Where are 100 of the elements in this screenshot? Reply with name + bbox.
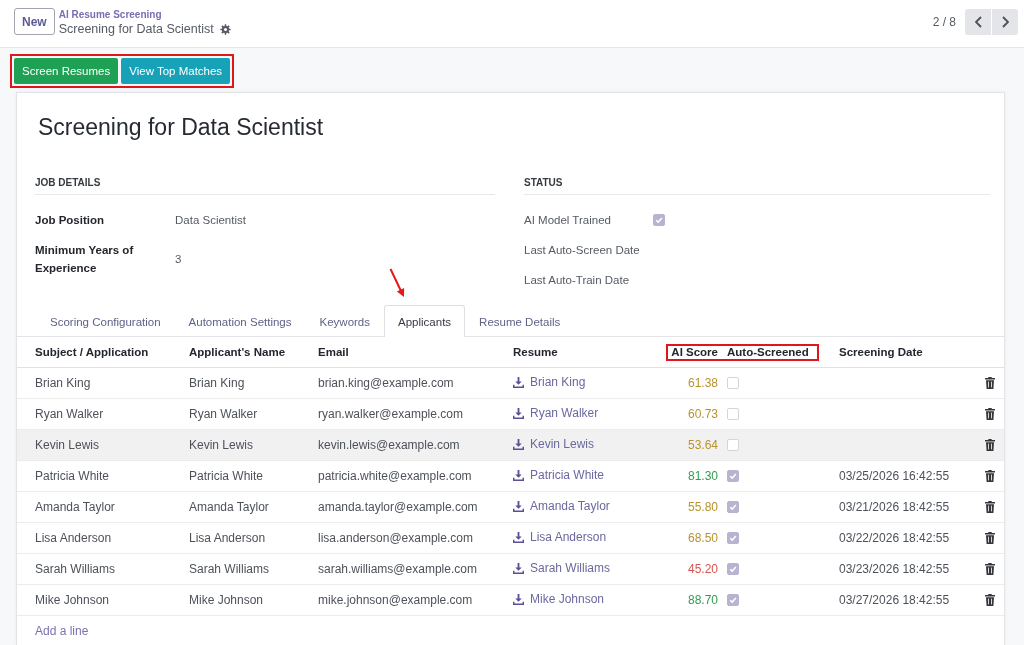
section-heading: JOB DETAILS	[35, 176, 101, 190]
checkbox[interactable]	[727, 501, 739, 513]
score-cell-text: 53.64	[686, 438, 719, 452]
download-icon	[513, 500, 524, 512]
table-cell-text: Patricia White	[34, 469, 111, 483]
table-cell-text: Patricia White	[188, 469, 265, 483]
table-cell-text: Sarah Williams	[34, 562, 116, 576]
table-cell-text: Mike Johnson	[34, 593, 111, 607]
field-label: Minimum Years of Experience	[35, 244, 134, 274]
trash-icon[interactable]	[984, 470, 995, 482]
column-header[interactable]: Applicant's Name	[181, 346, 310, 358]
add-line-link[interactable]: Add a line	[35, 624, 89, 639]
score-cell-text: 81.30	[686, 469, 719, 483]
checkbox[interactable]	[727, 439, 739, 451]
table-row[interactable]: Mike Johnson Mike Johnson mike.johnson@example.com Mike Johnson 88.70 03/27/2026 18:42:55	[17, 585, 1004, 616]
trash-icon[interactable]	[984, 532, 995, 544]
tab[interactable]: Automation Settings	[174, 305, 306, 337]
checkbox[interactable]	[727, 377, 739, 389]
score-cell-text: 61.38	[686, 376, 719, 390]
previous-button[interactable]	[965, 8, 991, 35]
pager-counter: 2 / 8	[932, 14, 956, 29]
score-cell-text: 68.50	[686, 531, 719, 545]
gear-icon[interactable]	[219, 23, 231, 35]
trash-icon[interactable]	[984, 377, 995, 389]
table-cell-text: ryan.walker@example.com	[317, 407, 464, 421]
resume-link[interactable]: Brian King	[513, 375, 586, 390]
table-cell-text: 03/25/2026 16:42:55	[838, 469, 951, 483]
column-header[interactable]: Email	[310, 346, 505, 358]
new-button[interactable]: New	[14, 8, 55, 35]
tab[interactable]: Resume Details	[465, 305, 575, 337]
table-cell-text: 03/23/2026 18:42:55	[838, 562, 951, 576]
download-icon	[513, 593, 524, 605]
checkbox[interactable]	[727, 532, 739, 544]
chevron-left-icon	[974, 15, 982, 28]
trash-icon[interactable]	[984, 563, 995, 575]
action-button[interactable]: Screen Resumes	[14, 58, 119, 84]
table-cell-text: 03/22/2026 18:42:55	[838, 531, 951, 545]
table-cell-text: brian.king@example.com	[317, 376, 455, 390]
field-label: Job Position	[35, 214, 104, 226]
download-icon	[513, 469, 524, 481]
checkbox[interactable]	[727, 408, 739, 420]
table-cell-text: Amanda Taylor	[34, 500, 116, 514]
table-cell-text: Brian King	[188, 376, 246, 390]
table-cell-text: mike.johnson@example.com	[317, 593, 474, 607]
download-icon	[513, 407, 524, 419]
checkbox[interactable]	[727, 470, 739, 482]
column-header[interactable]: Subject / Application	[17, 346, 181, 358]
table-row[interactable]: Kevin Lewis Kevin Lewis kevin.lewis@example.com Kevin Lewis 53.64	[17, 430, 1004, 461]
resume-link[interactable]: Amanda Taylor	[513, 499, 610, 514]
record-title: Screening for Data Scientist	[58, 21, 214, 37]
tab[interactable]: Applicants	[384, 305, 466, 337]
breadcrumb-link[interactable]: AI Resume Screening	[58, 8, 162, 21]
download-icon	[513, 438, 524, 450]
resume-link[interactable]: Kevin Lewis	[513, 437, 595, 452]
column-header[interactable]: Resume	[505, 346, 660, 358]
table-cell-text: patricia.white@example.com	[317, 469, 473, 483]
resume-link[interactable]: Sarah Williams	[513, 561, 610, 576]
resume-link[interactable]: Mike Johnson	[513, 592, 605, 607]
field-label: Last Auto-Screen Date	[524, 244, 640, 256]
field-value: 3	[175, 252, 182, 267]
table-row[interactable]: Amanda Taylor Amanda Taylor amanda.taylor@example.com Amanda Taylor 55.80 03/21/2026 18:42:55	[17, 492, 1004, 523]
table-row[interactable]: Brian King Brian King brian.king@example.com Brian King 61.38	[17, 368, 1004, 399]
field-value: Data Scientist	[175, 213, 246, 228]
table-cell-text: Brian King	[34, 376, 92, 390]
download-icon	[513, 531, 524, 543]
table-cell-text: Kevin Lewis	[188, 438, 255, 452]
download-icon	[513, 376, 524, 388]
next-button[interactable]	[992, 8, 1018, 35]
checkbox[interactable]	[727, 563, 739, 575]
trash-icon[interactable]	[984, 408, 995, 420]
tab[interactable]: Keywords	[305, 305, 384, 337]
score-cell-text: 55.80	[686, 500, 719, 514]
resume-link[interactable]: Ryan Walker	[513, 406, 599, 421]
table-cell-text: Mike Johnson	[188, 593, 265, 607]
section-heading: STATUS	[524, 176, 563, 190]
table-cell-text: lisa.anderson@example.com	[317, 531, 474, 545]
score-cell-text: 45.20	[686, 562, 719, 576]
table-row[interactable]: Patricia White Patricia White patricia.white@example.com Patricia White 81.30 03/25/2026 16:42:55	[17, 461, 1004, 492]
table-row[interactable]: Lisa Anderson Lisa Anderson lisa.anderson@example.com Lisa Anderson 68.50 03/22/2026 18:42:55	[17, 523, 1004, 554]
chevron-right-icon	[1001, 15, 1009, 28]
table-cell-text: 03/21/2026 18:42:55	[838, 500, 951, 514]
resume-link[interactable]: Patricia White	[513, 468, 605, 483]
download-icon	[513, 562, 524, 574]
table-row[interactable]: Sarah Williams Sarah Williams sarah.williams@example.com Sarah Williams 45.20 03/23/2026 18:42:55	[17, 554, 1004, 585]
tab[interactable]: Scoring Configuration	[36, 305, 175, 337]
form-title: Screening for Data Scientist	[38, 113, 324, 142]
trash-icon[interactable]	[984, 594, 995, 606]
table-cell-text: Lisa Anderson	[188, 531, 267, 545]
column-header[interactable]: Screening Date	[831, 346, 975, 358]
checkbox[interactable]	[653, 214, 665, 226]
trash-icon[interactable]	[984, 501, 995, 513]
checkbox[interactable]	[727, 594, 739, 606]
column-header[interactable]: Auto-Screened	[720, 346, 831, 358]
table-cell-text: sarah.williams@example.com	[317, 562, 478, 576]
table-cell-text: Ryan Walker	[34, 407, 105, 421]
resume-link[interactable]: Lisa Anderson	[513, 530, 607, 545]
score-cell-text: 60.73	[686, 407, 719, 421]
table-cell-text: Amanda Taylor	[188, 500, 270, 514]
trash-icon[interactable]	[984, 439, 995, 451]
column-header[interactable]: AI Score	[660, 346, 720, 358]
